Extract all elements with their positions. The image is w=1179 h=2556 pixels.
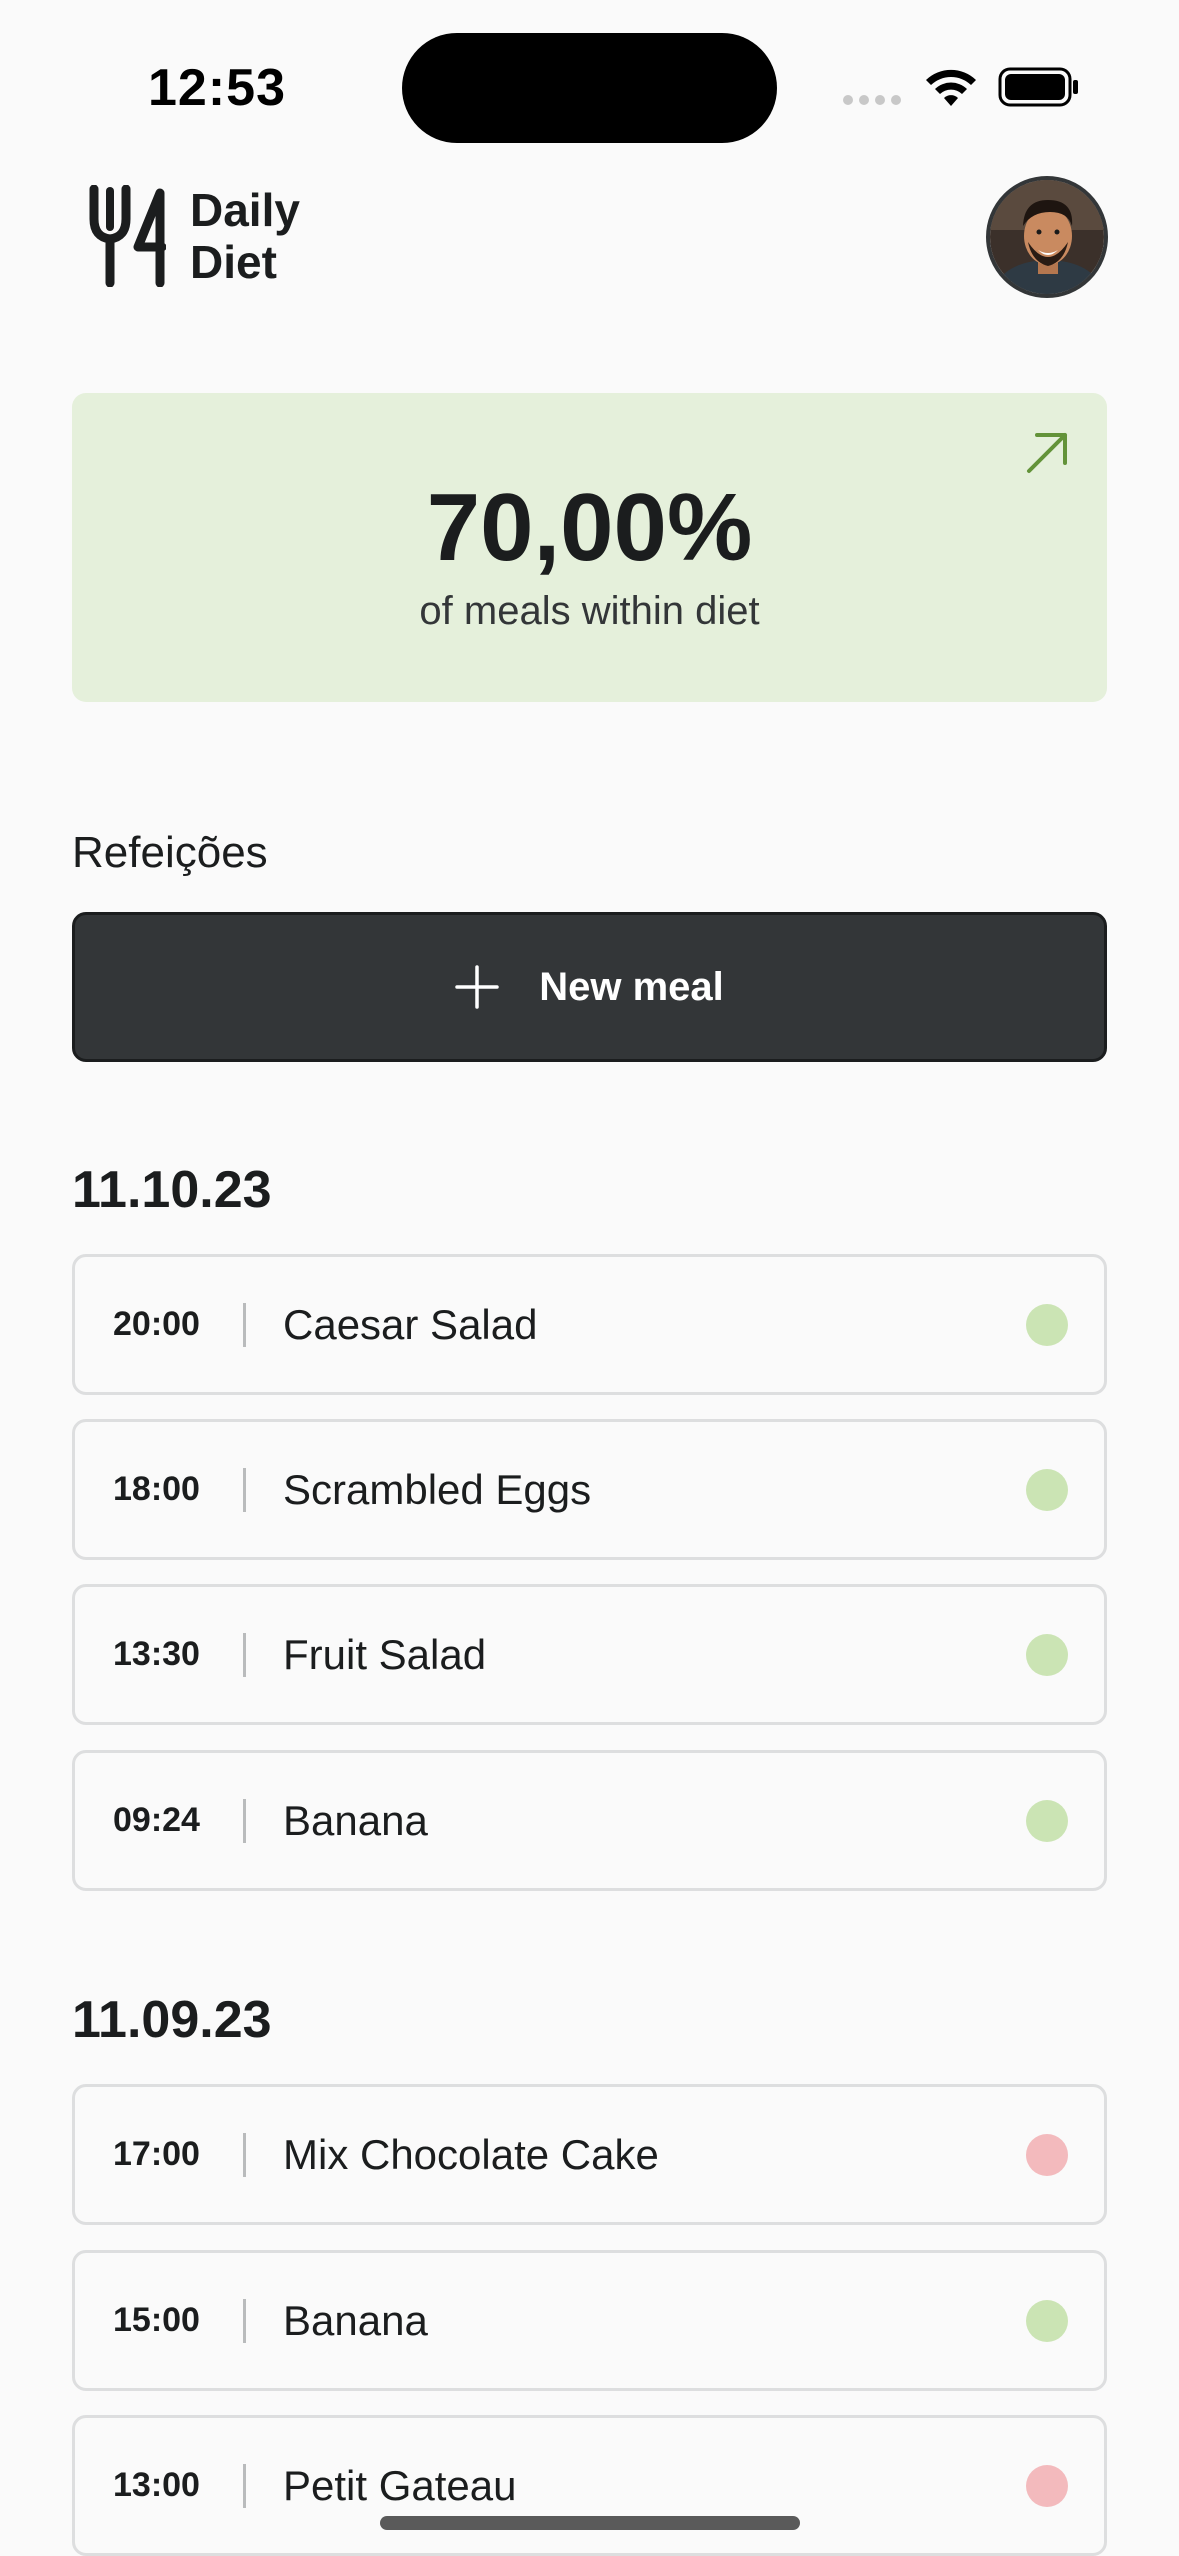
- cellular-signal-icon: [843, 95, 901, 105]
- meal-status-indicator: [1026, 1634, 1068, 1676]
- wifi-icon: [926, 69, 976, 106]
- diet-stats-card[interactable]: 70,00% of meals within diet: [72, 393, 1107, 702]
- meal-name: Fruit Salad: [283, 1631, 487, 1678]
- status-bar: 12:53: [0, 0, 1179, 150]
- meal-time: 09:24: [113, 1801, 200, 1839]
- meal-status-indicator: [1026, 1469, 1068, 1511]
- new-meal-label: New meal: [539, 964, 724, 1009]
- meal-name: Mix Chocolate Cake: [283, 2131, 659, 2178]
- meals-section-title: Refeições: [72, 828, 268, 877]
- meal-row[interactable]: 09:24 Banana: [72, 1750, 1107, 1891]
- diet-percentage: 70,00%: [426, 474, 753, 581]
- meal-status-indicator: [1026, 2300, 1068, 2342]
- meal-time: 15:00: [113, 2301, 200, 2339]
- meal-row[interactable]: 13:30 Fruit Salad: [72, 1584, 1107, 1725]
- fork-knife-icon: [89, 185, 166, 287]
- meal-status-indicator: [1026, 2134, 1068, 2176]
- meal-row[interactable]: 17:00 Mix Chocolate Cake: [72, 2084, 1107, 2225]
- date-heading: 11.09.23: [72, 1991, 272, 2049]
- plus-icon: [455, 965, 499, 1009]
- meal-time: 18:00: [113, 1470, 200, 1508]
- meal-name: Petit Gateau: [283, 2462, 517, 2509]
- meal-status-indicator: [1026, 1800, 1068, 1842]
- arrow-up-right-icon[interactable]: [1023, 429, 1071, 477]
- app-logo: Daily Diet: [86, 184, 300, 288]
- logo-text-daily: Daily: [190, 184, 300, 236]
- meal-divider: [243, 1799, 246, 1843]
- meal-name: Scrambled Eggs: [283, 1466, 592, 1513]
- date-heading: 11.10.23: [72, 1161, 272, 1219]
- meal-status-indicator: [1026, 2465, 1068, 2507]
- status-time: 12:53: [148, 59, 286, 117]
- diet-percentage-caption: of meals within diet: [419, 589, 760, 633]
- meal-time: 17:00: [113, 2135, 200, 2173]
- meal-time: 13:00: [113, 2466, 200, 2504]
- meal-row[interactable]: 13:00 Petit Gateau: [72, 2415, 1107, 2556]
- meal-divider: [243, 2133, 246, 2177]
- dynamic-island: [402, 33, 777, 143]
- meal-name: Banana: [283, 2297, 428, 2344]
- meal-divider: [243, 1303, 246, 1347]
- meal-time: 20:00: [113, 1305, 200, 1343]
- new-meal-button[interactable]: New meal: [72, 912, 1107, 1062]
- meal-divider: [243, 2299, 246, 2343]
- meal-row[interactable]: 15:00 Banana: [72, 2250, 1107, 2391]
- logo-text-diet: Diet: [190, 236, 277, 288]
- meal-row[interactable]: 20:00 Caesar Salad: [72, 1254, 1107, 1395]
- battery-icon: [998, 67, 1078, 107]
- user-avatar[interactable]: [986, 176, 1108, 298]
- meal-divider: [243, 2464, 246, 2508]
- meal-name: Caesar Salad: [283, 1301, 538, 1348]
- meal-status-indicator: [1026, 1304, 1068, 1346]
- avatar-photo: [990, 180, 1104, 294]
- meal-time: 13:30: [113, 1635, 200, 1673]
- home-indicator[interactable]: [380, 2516, 800, 2530]
- meal-divider: [243, 1633, 246, 1677]
- meal-divider: [243, 1468, 246, 1512]
- meal-name: Banana: [283, 1797, 428, 1844]
- meal-row[interactable]: 18:00 Scrambled Eggs: [72, 1419, 1107, 1560]
